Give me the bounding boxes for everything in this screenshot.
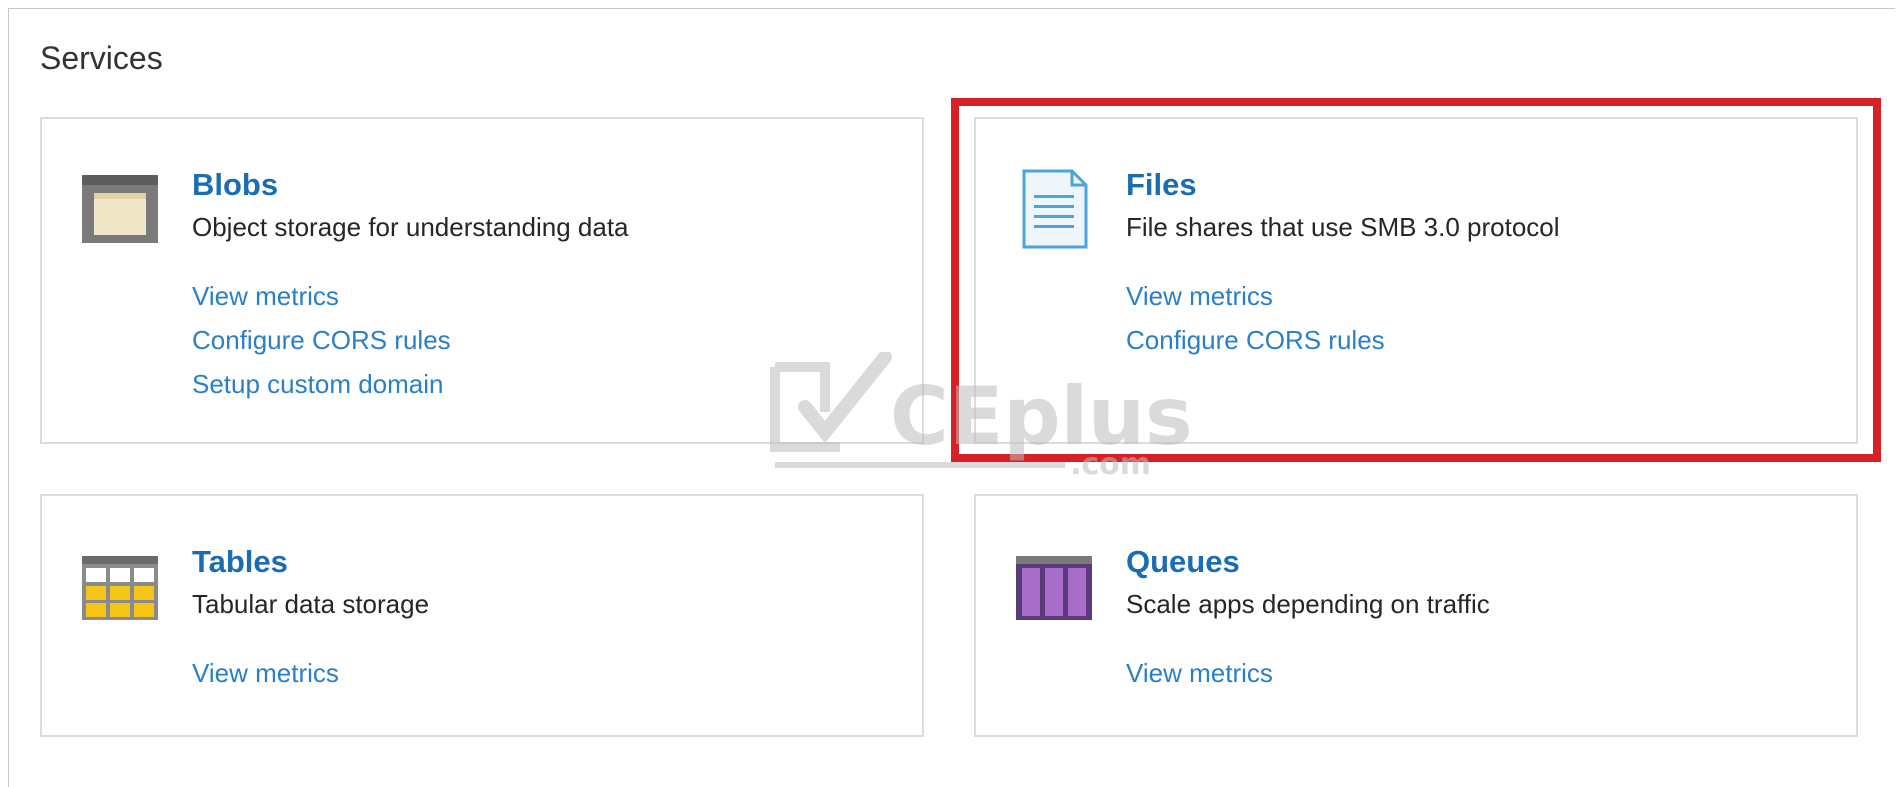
- view-metrics-link[interactable]: View metrics: [192, 656, 339, 690]
- view-metrics-link[interactable]: View metrics: [1126, 279, 1385, 313]
- folder-storage-icon: [80, 169, 160, 249]
- table-grid-icon: [80, 546, 160, 626]
- document-icon: [1014, 169, 1094, 249]
- service-links: View metrics: [1126, 656, 1273, 690]
- service-title-blobs[interactable]: Blobs: [192, 167, 278, 203]
- service-description: File shares that use SMB 3.0 protocol: [1126, 212, 1560, 242]
- service-tile-tables: Tables Tabular data storage View metrics: [40, 494, 924, 737]
- service-description: Object storage for understanding data: [192, 212, 629, 242]
- view-metrics-link[interactable]: View metrics: [192, 279, 451, 313]
- queue-columns-icon: [1014, 546, 1094, 626]
- service-tile-queues: Queues Scale apps depending on traffic V…: [974, 494, 1858, 737]
- service-links: View metrics Configure CORS rules: [1126, 279, 1385, 357]
- configure-cors-rules-link[interactable]: Configure CORS rules: [1126, 323, 1385, 357]
- page-title: Services: [40, 40, 163, 76]
- service-links: View metrics: [192, 656, 339, 690]
- service-title-files[interactable]: Files: [1126, 167, 1197, 203]
- service-links: View metrics Configure CORS rules Setup …: [192, 279, 451, 401]
- service-description: Tabular data storage: [192, 589, 430, 619]
- configure-cors-rules-link[interactable]: Configure CORS rules: [192, 323, 451, 357]
- service-title-tables[interactable]: Tables: [192, 544, 288, 580]
- service-tile-blobs: Blobs Object storage for understanding d…: [40, 117, 924, 444]
- service-description: Scale apps depending on traffic: [1126, 589, 1490, 619]
- setup-custom-domain-link[interactable]: Setup custom domain: [192, 367, 451, 401]
- view-metrics-link[interactable]: View metrics: [1126, 656, 1273, 690]
- service-tile-files: Files File shares that use SMB 3.0 proto…: [974, 117, 1858, 444]
- service-title-queues[interactable]: Queues: [1126, 544, 1240, 580]
